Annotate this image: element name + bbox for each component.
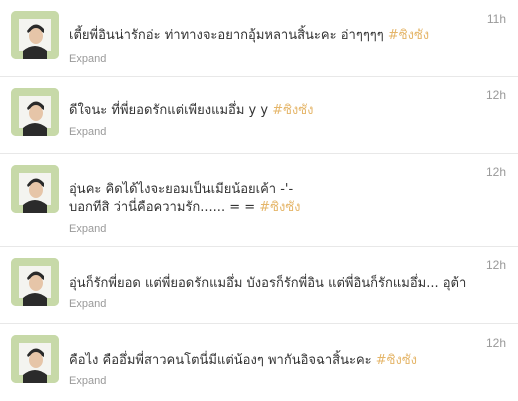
tweet-text: อุ่นก็รักพี่ยอด แต่พี่ยอดรักแมอึ่ม บังอร… xyxy=(69,275,489,293)
expand-link[interactable]: Expand xyxy=(69,53,106,65)
expand-link[interactable]: Expand xyxy=(69,126,106,138)
tweet-timestamp[interactable]: 11h xyxy=(487,12,506,26)
expand-link[interactable]: Expand xyxy=(69,223,106,235)
tweet-text-line: อุ่นก็รักพี่ยอด แต่พี่ยอดรักแมอึ่ม บังอร… xyxy=(69,276,467,291)
tweet-text: เตี้ยพี่อินน่ารักอ่ะ ท่าทางจะอยากอุ้มหลา… xyxy=(69,27,489,45)
tweet-text: อุ่นคะ คิดได้ไงจะยอมเป็นเมียน้อยเค้า -'-… xyxy=(69,181,489,217)
expand-link[interactable]: Expand xyxy=(69,298,106,310)
hashtag-link[interactable]: #ซิงซัง xyxy=(259,200,300,215)
tweet-item[interactable]: 12h อุ่นก็รักพี่ยอด แต่พี่ยอดรักแมอึ่ม บ… xyxy=(0,247,518,324)
avatar[interactable] xyxy=(11,11,59,59)
tweet-text-line: คือไง คืออึ่มพี่สาวคนโตนี่มีแต่น้องๆ พาก… xyxy=(69,353,372,368)
avatar-image xyxy=(11,335,59,383)
avatar[interactable] xyxy=(11,88,59,136)
tweet-text-line: ดีใจนะ ที่พี่ยอดรักแต่เพียงแมอึ่ม y y xyxy=(69,103,269,118)
avatar[interactable] xyxy=(11,335,59,383)
tweet-text: ดีใจนะ ที่พี่ยอดรักแต่เพียงแมอึ่ม y y #ซ… xyxy=(69,102,489,120)
tweet-item[interactable]: 12h อุ่นคะ คิดได้ไงจะยอมเป็นเมียน้อยเค้า… xyxy=(0,154,518,247)
tweet-text-line: บอกทีสิ ว่านี่คือความรัก...... = = xyxy=(69,200,256,215)
hashtag-link[interactable]: #ซิงซัง xyxy=(388,28,429,43)
tweet-text-line: เตี้ยพี่อินน่ารักอ่ะ ท่าทางจะอยากอุ้มหลา… xyxy=(69,28,384,43)
tweet-timestamp[interactable]: 12h xyxy=(486,258,506,272)
tweet-text: คือไง คืออึ่มพี่สาวคนโตนี่มีแต่น้องๆ พาก… xyxy=(69,352,489,370)
hashtag-link[interactable]: #ซิงซัง xyxy=(376,353,417,368)
tweet-item[interactable]: 11h เตี้ยพี่อินน่ารักอ่ะ ท่าทางจะอยากอุ้… xyxy=(0,0,518,77)
avatar-image xyxy=(11,11,59,59)
tweet-item[interactable]: 12h คือไง คืออึ่มพี่สาวคนโตนี่มีแต่น้องๆ… xyxy=(0,324,518,401)
tweet-timestamp[interactable]: 12h xyxy=(486,336,506,350)
avatar-image xyxy=(11,88,59,136)
avatar-image xyxy=(11,258,59,306)
hashtag-link[interactable]: #ซิงซัง xyxy=(272,103,313,118)
avatar-image xyxy=(11,165,59,213)
tweet-feed: 11h เตี้ยพี่อินน่ารักอ่ะ ท่าทางจะอยากอุ้… xyxy=(0,0,518,401)
tweet-item[interactable]: 12h ดีใจนะ ที่พี่ยอดรักแต่เพียงแมอึ่ม y … xyxy=(0,77,518,154)
expand-link[interactable]: Expand xyxy=(69,375,106,387)
avatar[interactable] xyxy=(11,165,59,213)
avatar[interactable] xyxy=(11,258,59,306)
tweet-timestamp[interactable]: 12h xyxy=(486,165,506,179)
tweet-timestamp[interactable]: 12h xyxy=(486,88,506,102)
tweet-text-line: อุ่นคะ คิดได้ไงจะยอมเป็นเมียน้อยเค้า -'- xyxy=(69,182,294,197)
